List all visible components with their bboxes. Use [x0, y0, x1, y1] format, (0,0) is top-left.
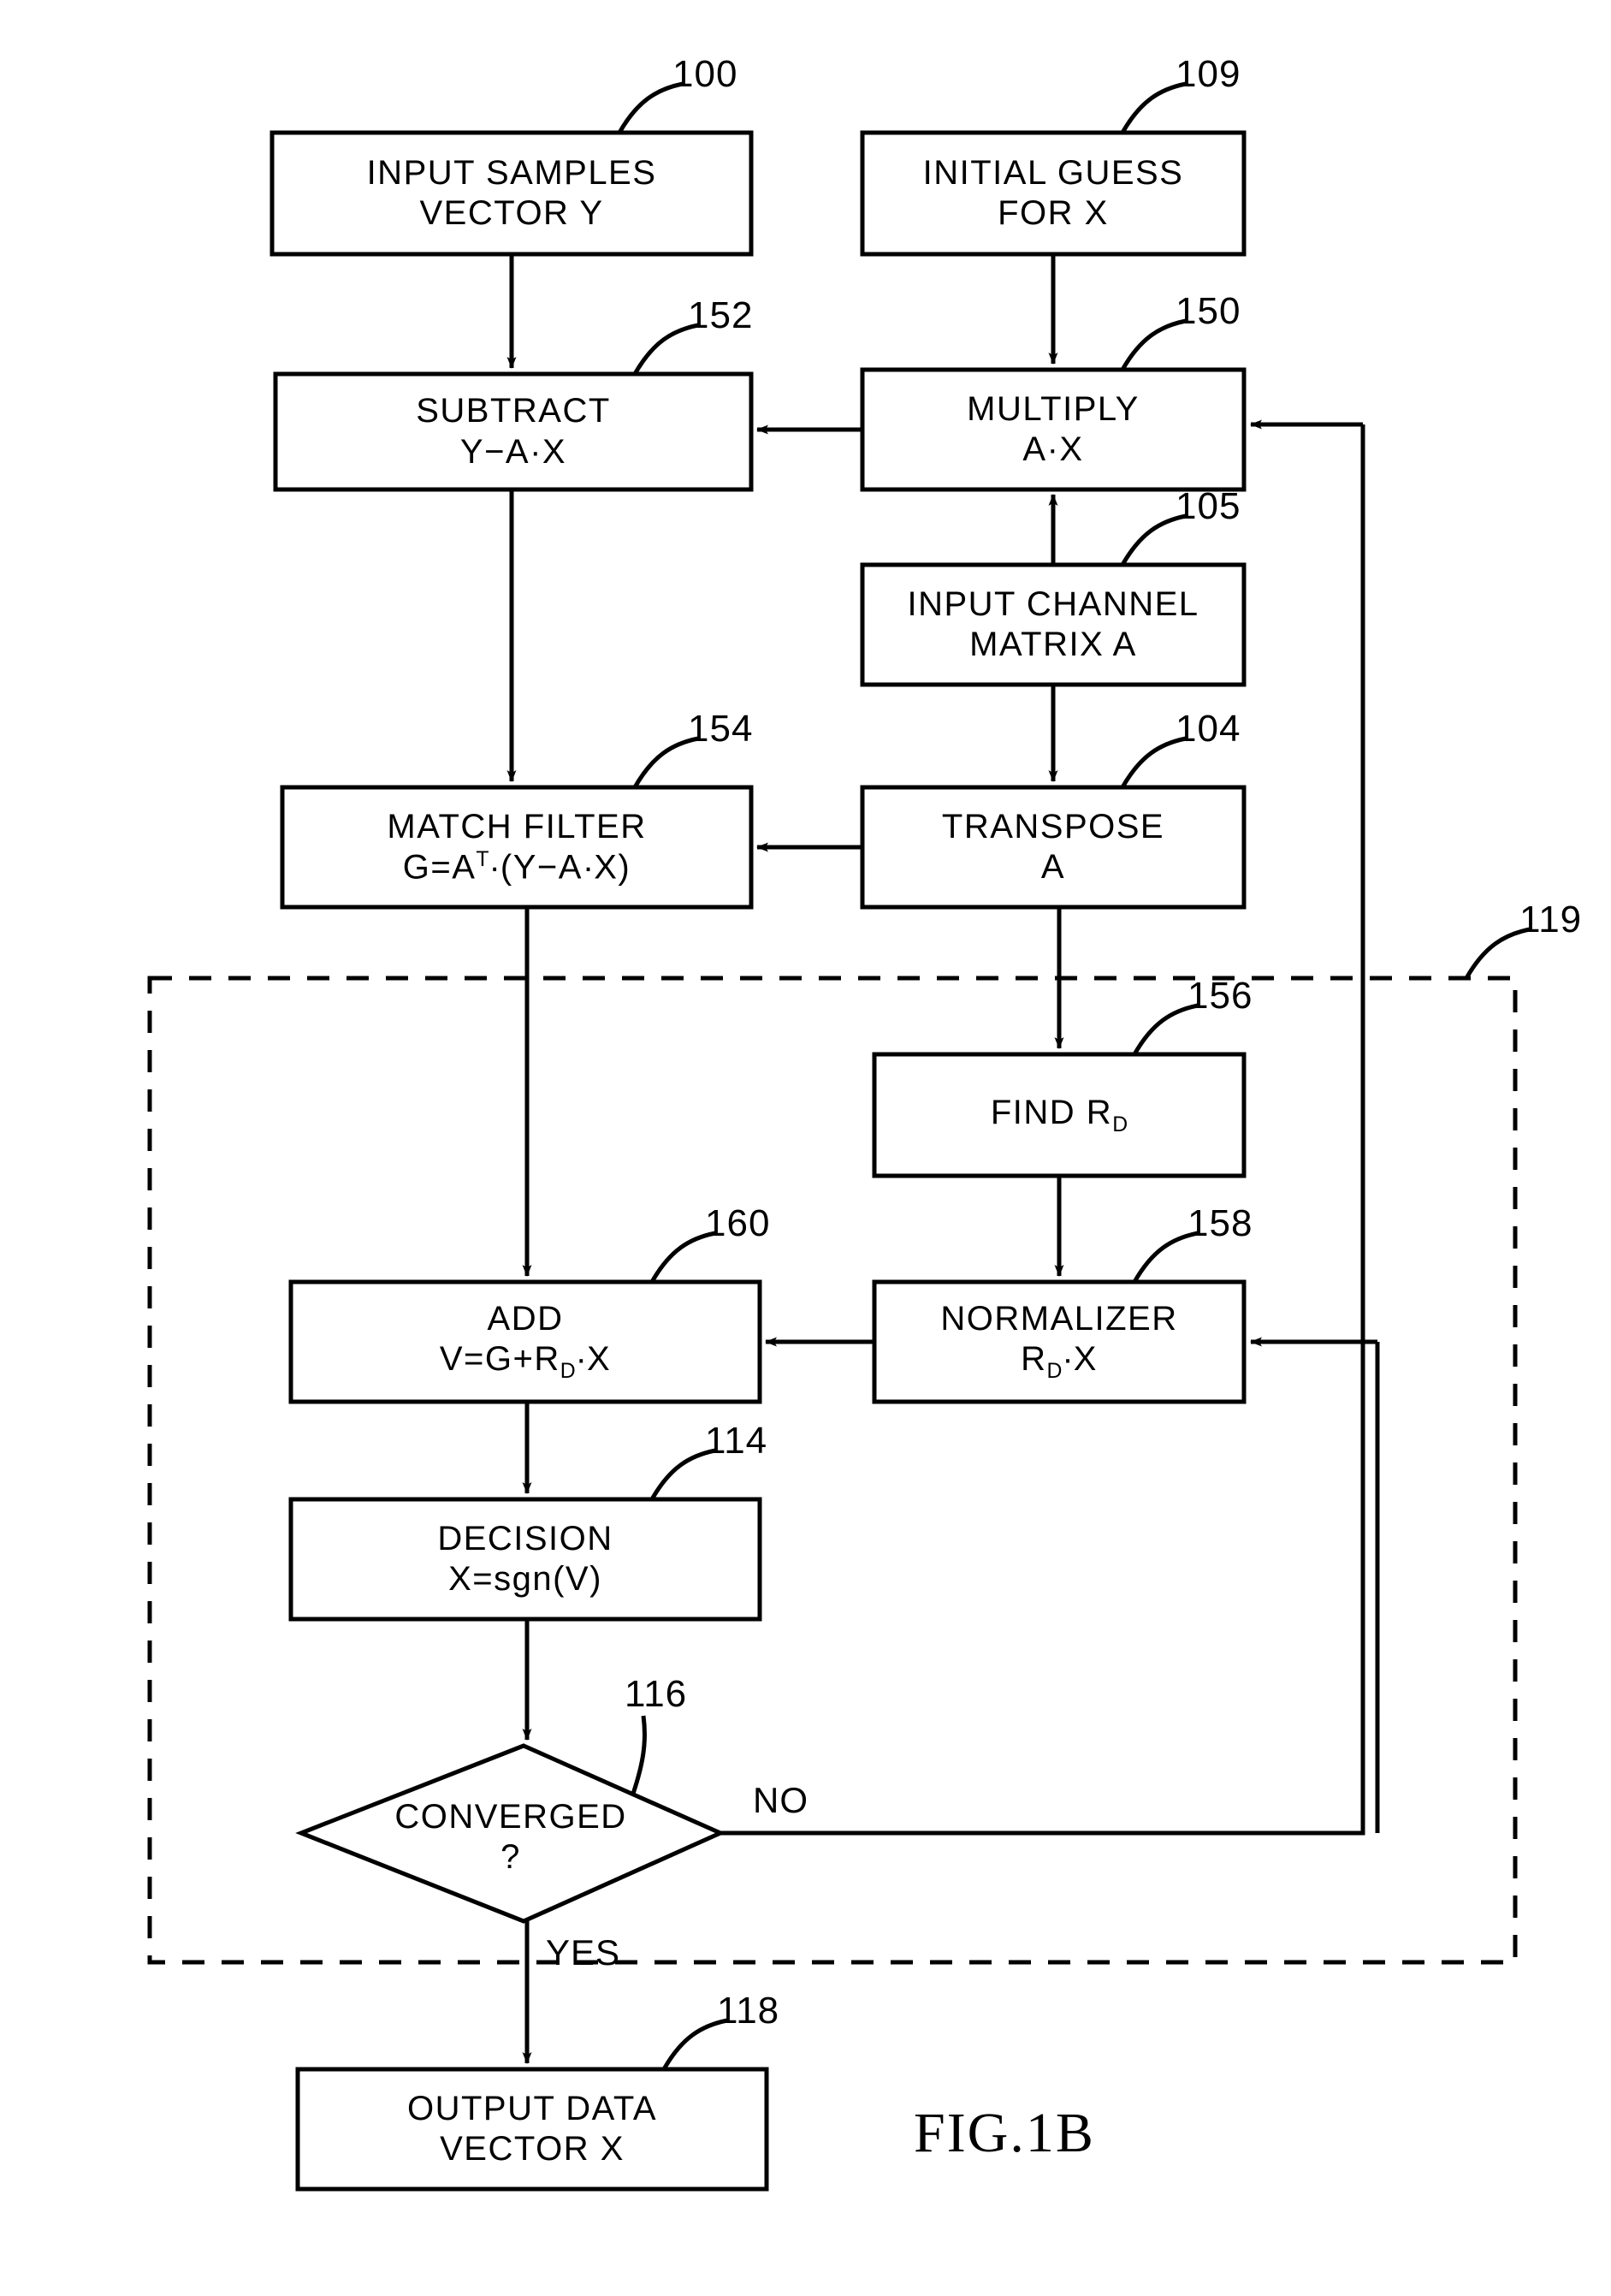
- figure-page: INPUT SAMPLES VECTOR Y INITIAL GUESS FOR…: [0, 0, 1611, 2296]
- ref-154: 154: [688, 708, 754, 750]
- flowchart-canvas: [147, 81, 1531, 2192]
- diamond-converged: [295, 1743, 726, 1924]
- ref-118: 118: [717, 1990, 780, 2032]
- ref-158: 158: [1188, 1202, 1253, 1244]
- ref-152: 152: [688, 294, 754, 336]
- ref-105: 105: [1176, 485, 1241, 527]
- ref-156: 156: [1188, 975, 1253, 1017]
- box-normalizer: [872, 1279, 1247, 1404]
- ref-104: 104: [1176, 708, 1241, 750]
- box-find-rd: [872, 1052, 1247, 1178]
- edge-converged-no-feedback: [720, 424, 1365, 1836]
- ref-160: 160: [705, 1202, 771, 1244]
- iteration-group-boundary: [147, 976, 1518, 1965]
- ref-109: 109: [1176, 53, 1241, 95]
- box-add: [288, 1279, 762, 1404]
- box-output-data: [295, 2067, 769, 2192]
- box-initial-guess: [860, 130, 1247, 257]
- box-match-filter: [280, 785, 754, 910]
- box-transpose: [860, 785, 1247, 910]
- ref-150: 150: [1176, 290, 1241, 332]
- box-input-samples: [269, 130, 754, 257]
- edge-label-no: NO: [753, 1780, 808, 1820]
- leader-116: [631, 1715, 647, 1795]
- edge-label-yes: YES: [546, 1932, 621, 1973]
- figure-label: FIG.1B: [914, 2102, 1095, 2164]
- box-subtract: [273, 371, 754, 492]
- ref-116: 116: [625, 1673, 688, 1715]
- box-decision: [288, 1497, 762, 1622]
- box-input-channel-matrix: [860, 562, 1247, 687]
- ref-119: 119: [1519, 899, 1583, 940]
- box-multiply: [860, 367, 1247, 492]
- ref-114: 114: [705, 1420, 768, 1462]
- ref-100: 100: [672, 53, 738, 95]
